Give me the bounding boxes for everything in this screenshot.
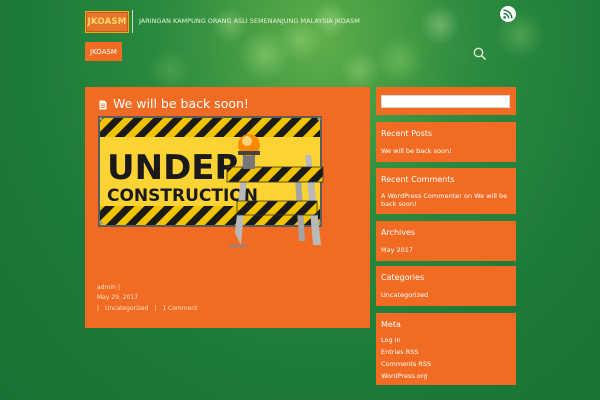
site-logo[interactable]: JKOASM — [85, 11, 129, 33]
meta-separator: | — [118, 284, 121, 291]
meta-wordpress-link[interactable]: WordPress.org — [381, 372, 428, 380]
nav-item-jkoasm[interactable]: JKOASM — [85, 42, 122, 61]
categories-widget: Categories Uncategorized — [376, 266, 516, 306]
header-divider — [132, 10, 133, 33]
widget-title: Categories — [381, 273, 425, 282]
sign-text-construction: CONSTRUCTION — [107, 186, 258, 206]
recent-comment-line-1[interactable]: A WordPress Commenter on We will be — [381, 192, 507, 200]
widget-title: Recent Comments — [381, 175, 455, 184]
meta-widget: Meta Log in Entries RSS Comments RSS Wor… — [376, 313, 516, 385]
meta-entries-rss-link[interactable]: Entries RSS — [381, 348, 418, 356]
meta-separator: | — [97, 305, 100, 312]
recent-comment-line-2[interactable]: back soon! — [381, 200, 417, 208]
search-input[interactable] — [381, 95, 510, 108]
meta-separator: | — [154, 305, 157, 312]
recent-comments-widget: Recent Comments A WordPress Commenter on… — [376, 168, 516, 214]
search-widget — [376, 87, 516, 115]
post-category[interactable]: Uncategorized — [105, 305, 148, 312]
widget-title: Meta — [381, 320, 401, 329]
site-logo-text: JKOASM — [87, 17, 127, 27]
archives-widget: Archives May 2017 — [376, 221, 516, 261]
recent-posts-widget: Recent Posts We will be back soon! — [376, 122, 516, 162]
sign-text-under: UNDER — [107, 148, 241, 188]
meta-login-link[interactable]: Log in — [381, 336, 401, 344]
category-link[interactable]: Uncategorized — [381, 291, 428, 299]
widget-title: Recent Posts — [381, 129, 433, 138]
post-meta-line: | Uncategorized | 1 Comment — [97, 305, 201, 312]
post-date[interactable]: May 29, 2017 — [97, 294, 138, 301]
recent-post-link[interactable]: We will be back soon! — [381, 147, 452, 155]
document-icon — [99, 100, 107, 110]
post-author[interactable]: admin — [97, 284, 116, 291]
widget-title: Archives — [381, 228, 416, 237]
rss-icon[interactable] — [500, 6, 516, 22]
search-icon[interactable] — [473, 46, 487, 61]
post-comments-link[interactable]: 1 Comment — [162, 305, 197, 312]
under-construction-image: UNDER CONSTRUCTION — [98, 116, 324, 247]
post-title[interactable]: We will be back soon! — [113, 96, 249, 111]
meta-comments-rss-link[interactable]: Comments RSS — [381, 360, 431, 368]
archive-link[interactable]: May 2017 — [381, 246, 413, 254]
site-tagline: JARINGAN KAMPUNG ORANG ASLI SEMENANJUNG … — [139, 17, 360, 25]
post-article: We will be back soon! UNDER CONSTRUCTION — [85, 87, 370, 328]
